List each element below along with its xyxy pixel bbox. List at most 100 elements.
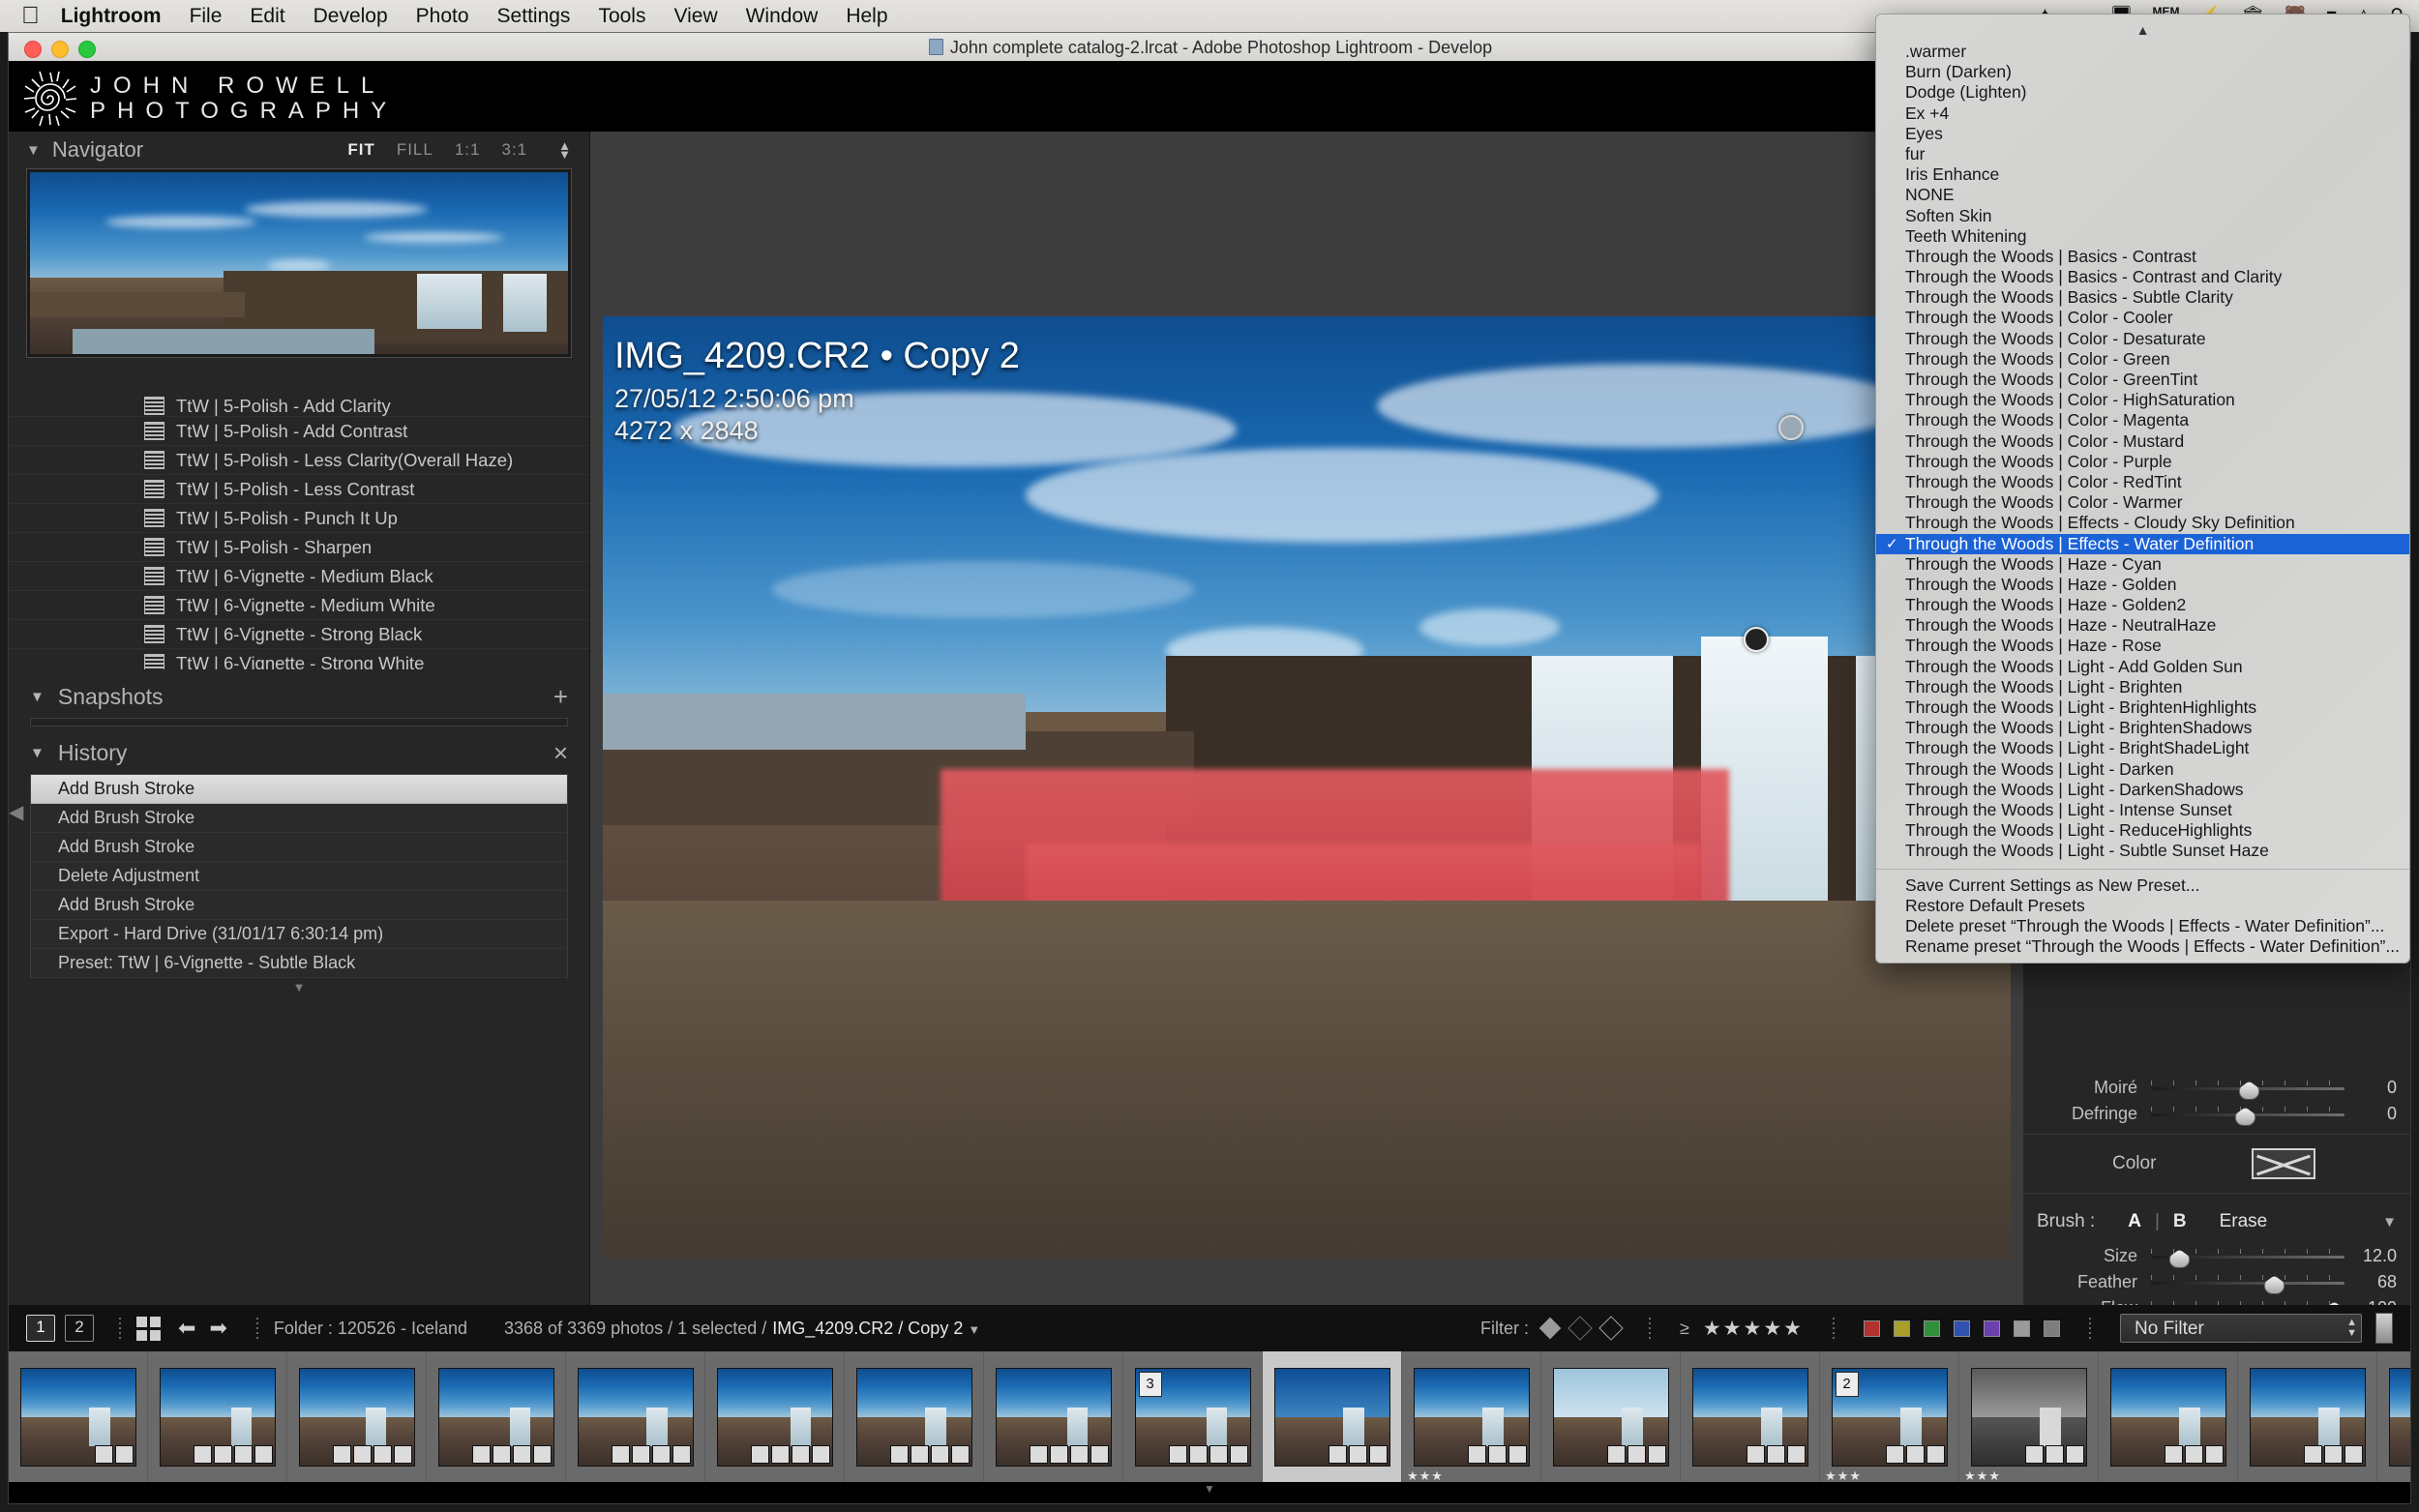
feather-slider-row[interactable]: Feather 68 bbox=[2023, 1269, 2410, 1295]
navigator-header[interactable]: ▼ Navigator FIT FILL 1:1 3:1 ▲ ▼ bbox=[9, 132, 589, 168]
history-row[interactable]: Add Brush Stroke bbox=[31, 775, 567, 804]
back-arrow-icon[interactable]: ⬅ bbox=[178, 1316, 195, 1341]
brush-erase-button[interactable]: Erase bbox=[2220, 1211, 2268, 1232]
preset-menu-item[interactable]: Through the Woods | Light - Subtle Sunse… bbox=[1876, 841, 2409, 861]
screen-1-button[interactable]: 1 bbox=[26, 1315, 55, 1342]
preset-menu-item[interactable]: Through the Woods | Haze - NeutralHaze bbox=[1876, 615, 2409, 636]
edit-pin[interactable] bbox=[1777, 415, 1804, 441]
history-row[interactable]: Preset: TtW | 6-Vignette - Subtle Black bbox=[31, 949, 567, 978]
preset-menu-item[interactable]: Through the Woods | Color - Green bbox=[1876, 349, 2409, 370]
preset-menu-action[interactable]: Delete preset “Through the Woods | Effec… bbox=[1876, 916, 2409, 936]
preset-dropdown-menu[interactable]: ▲ .warmer Burn (Darken) Dodge (Lighten) Ex … bbox=[1875, 14, 2410, 964]
color-chip-purple[interactable] bbox=[1984, 1319, 2000, 1337]
preset-row[interactable]: TtW | 6-Vignette - Strong White bbox=[9, 649, 589, 669]
snapshots-header[interactable]: ▼ Snapshots + bbox=[9, 675, 589, 718]
history-row[interactable]: Delete Adjustment bbox=[31, 862, 567, 891]
preset-menu-item[interactable]: Through the Woods | Haze - Golden2 bbox=[1876, 595, 2409, 615]
zoom-fit[interactable]: FIT bbox=[347, 140, 375, 160]
preset-menu-item[interactable]: Through the Woods | Color - Mustard bbox=[1876, 431, 2409, 452]
menu-lightroom[interactable]: Lightroom bbox=[61, 5, 162, 28]
menu-edit[interactable]: Edit bbox=[250, 5, 284, 28]
preset-row[interactable]: TtW | 5-Polish - Less Contrast bbox=[9, 475, 589, 504]
preset-menu-item[interactable]: Through the Woods | Color - Cooler bbox=[1876, 308, 2409, 328]
identity-plate[interactable]: JOHN ROWELL PHOTOGRAPHY bbox=[20, 69, 398, 129]
presets-list[interactable]: TtW | 5-Polish - Add Clarity TtW | 5-Pol… bbox=[9, 396, 589, 669]
history-row[interactable]: Add Brush Stroke bbox=[31, 804, 567, 833]
preset-menu-item[interactable]: .warmer bbox=[1876, 42, 2409, 62]
preset-menu-item[interactable]: Through the Woods | Haze - Rose bbox=[1876, 636, 2409, 656]
size-slider-track[interactable] bbox=[2151, 1248, 2344, 1268]
preset-menu-item[interactable]: Through the Woods | Light - Add Golden S… bbox=[1876, 657, 2409, 677]
preset-menu-item[interactable]: Through the Woods | Haze - Cyan bbox=[1876, 554, 2409, 575]
chevron-down-icon[interactable]: ▼ bbox=[30, 689, 45, 705]
list-item[interactable] bbox=[1681, 1351, 1820, 1482]
preset-menu-item[interactable]: Iris Enhance bbox=[1876, 164, 2409, 185]
preset-menu-item[interactable]: Through the Woods | Light - Brighten bbox=[1876, 677, 2409, 697]
list-item[interactable]: ★★★ bbox=[1402, 1351, 1541, 1483]
list-item[interactable] bbox=[1541, 1351, 1681, 1482]
moire-slider-row[interactable]: Moiré 0 bbox=[2023, 1075, 2410, 1101]
preset-menu-item[interactable]: Through the Woods | Basics - Contrast an… bbox=[1876, 267, 2409, 287]
list-item[interactable] bbox=[705, 1351, 845, 1482]
preset-menu-action[interactable]: Rename preset “Through the Woods | Effec… bbox=[1876, 936, 2409, 957]
zoom-fill[interactable]: FILL bbox=[397, 140, 433, 160]
flag-rejected-icon[interactable] bbox=[1598, 1316, 1624, 1341]
preset-row[interactable]: TtW | 5-Polish - Add Contrast bbox=[9, 417, 589, 446]
list-item[interactable] bbox=[845, 1351, 984, 1482]
color-chip-custom[interactable] bbox=[2044, 1319, 2060, 1337]
flag-picked-icon[interactable] bbox=[1538, 1317, 1562, 1340]
edit-pin-active[interactable] bbox=[1743, 627, 1769, 653]
list-item[interactable] bbox=[2099, 1351, 2238, 1482]
preset-menu-item[interactable]: Through the Woods | Basics - Subtle Clar… bbox=[1876, 287, 2409, 308]
preset-menu-item[interactable]: Through the Woods | Light - ReduceHighli… bbox=[1876, 820, 2409, 841]
history-row[interactable]: Add Brush Stroke bbox=[31, 833, 567, 862]
preset-row[interactable]: TtW | 5-Polish - Less Clarity(Overall Ha… bbox=[9, 446, 589, 475]
history-row[interactable]: Add Brush Stroke bbox=[31, 891, 567, 920]
history-header[interactable]: ▼ History × bbox=[9, 731, 589, 774]
preset-menu-item[interactable]: Ex +4 bbox=[1876, 104, 2409, 124]
flag-unflagged-icon[interactable] bbox=[1568, 1316, 1593, 1341]
preset-menu-item[interactable]: Through the Woods | Light - DarkenShadow… bbox=[1876, 780, 2409, 800]
preset-menu-item[interactable]: Through the Woods | Light - Darken bbox=[1876, 759, 2409, 780]
list-item[interactable] bbox=[984, 1351, 1123, 1482]
menu-photo[interactable]: Photo bbox=[416, 5, 469, 28]
list-item[interactable] bbox=[148, 1351, 287, 1482]
preset-menu-item[interactable]: Soften Skin bbox=[1876, 206, 2409, 226]
list-item[interactable] bbox=[2238, 1351, 2377, 1482]
zoom-1-1[interactable]: 1:1 bbox=[455, 140, 481, 160]
preset-menu-item[interactable]: ✓ Through the Woods | Effects - Water Def… bbox=[1876, 533, 2409, 554]
preset-menu-item[interactable]: Through the Woods | Color - HighSaturati… bbox=[1876, 390, 2409, 410]
zoom-stepper-icon[interactable]: ▲ ▼ bbox=[558, 139, 572, 161]
list-item-selected[interactable] bbox=[1263, 1351, 1402, 1482]
preset-menu-item[interactable]: Through the Woods | Haze - Golden bbox=[1876, 575, 2409, 595]
rating-stars[interactable]: ★★★★★ bbox=[1703, 1317, 1804, 1341]
color-chip-green[interactable] bbox=[1924, 1319, 1940, 1337]
preset-menu-item[interactable]: fur bbox=[1876, 144, 2409, 164]
preset-menu-item[interactable]: Through the Woods | Basics - Contrast bbox=[1876, 247, 2409, 267]
filter-stepper-icon[interactable]: ▲ ▼ bbox=[2346, 1318, 2357, 1339]
list-item[interactable] bbox=[427, 1351, 566, 1482]
preset-row[interactable]: TtW | 6-Vignette - Strong Black bbox=[9, 620, 589, 649]
filmstrip-thumbnails[interactable]: 3 ★★★ 2 ★★★ ★★★ bbox=[9, 1351, 2410, 1483]
screen-2-button[interactable]: 2 bbox=[65, 1315, 94, 1342]
list-item[interactable]: 2 ★★★ bbox=[1820, 1351, 1959, 1483]
brush-a-button[interactable]: A bbox=[2128, 1211, 2141, 1232]
list-item[interactable] bbox=[287, 1351, 427, 1482]
navigator-preview-image[interactable] bbox=[30, 172, 568, 354]
menu-tools[interactable]: Tools bbox=[598, 5, 645, 28]
preset-row[interactable]: TtW | 6-Vignette - Medium Black bbox=[9, 562, 589, 591]
history-scroll-down-icon[interactable]: ▼ bbox=[9, 980, 589, 994]
menu-help[interactable]: Help bbox=[846, 5, 887, 28]
left-panel-collapse-arrow[interactable]: ◀ bbox=[9, 800, 23, 824]
defringe-slider-track[interactable] bbox=[2151, 1106, 2344, 1126]
history-row[interactable]: Export - Hard Drive (31/01/17 6:30:14 pm… bbox=[31, 920, 567, 949]
preset-menu-action[interactable]: Save Current Settings as New Preset... bbox=[1876, 875, 2409, 896]
filmstrip-collapse-arrow[interactable]: ▼ bbox=[9, 1482, 2410, 1503]
preset-menu-item[interactable]: Through the Woods | Color - RedTint bbox=[1876, 472, 2409, 492]
list-item[interactable] bbox=[9, 1351, 148, 1482]
menu-settings[interactable]: Settings bbox=[497, 5, 571, 28]
scroll-up-arrow-icon[interactable]: ▲ bbox=[1876, 18, 2409, 42]
preset-menu-item[interactable]: Through the Woods | Color - Warmer bbox=[1876, 492, 2409, 513]
defringe-slider-row[interactable]: Defringe 0 bbox=[2023, 1101, 2410, 1127]
preset-menu-item[interactable]: Teeth Whitening bbox=[1876, 226, 2409, 247]
